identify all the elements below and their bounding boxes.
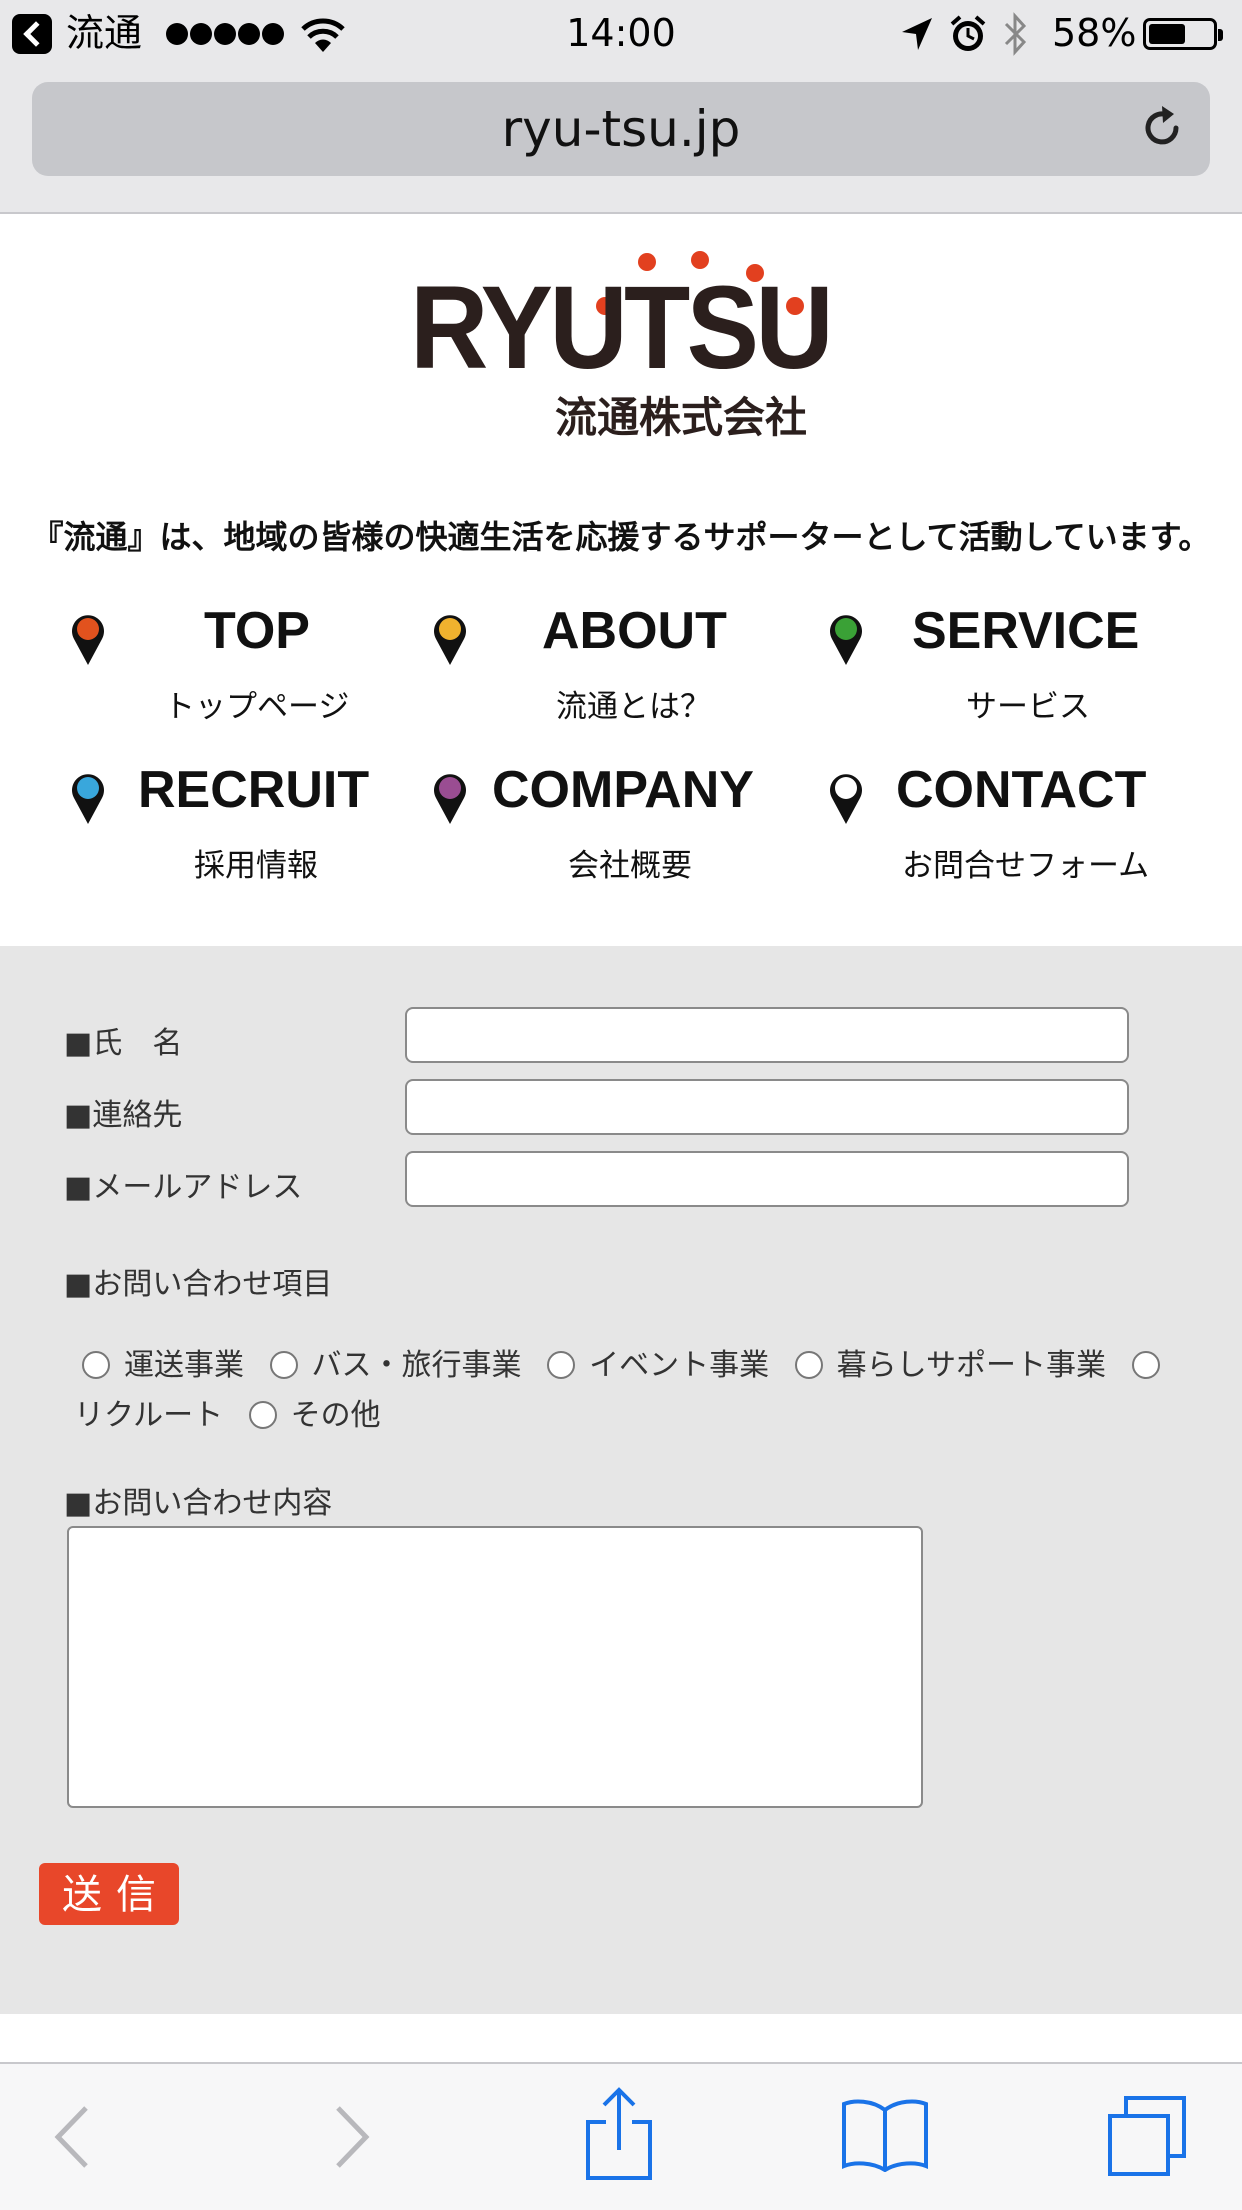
nav-contact[interactable]: CONTACT お問合せフォーム bbox=[820, 761, 1220, 904]
option-life-support[interactable]: 暮らしサポート事業 bbox=[794, 1348, 1106, 1383]
map-pin-icon bbox=[434, 615, 466, 665]
battery-icon bbox=[1143, 18, 1223, 50]
option-bus-travel[interactable]: バス・旅行事業 bbox=[269, 1348, 522, 1383]
bookmarks-icon[interactable] bbox=[840, 2096, 930, 2172]
name-label: ■氏 名 bbox=[64, 1026, 183, 1061]
nav-service[interactable]: SERVICE サービス bbox=[820, 602, 1220, 745]
forward-icon[interactable] bbox=[326, 2104, 376, 2170]
option-recruit-label[interactable]: リクルート bbox=[74, 1398, 223, 1433]
nav-about-title: ABOUT bbox=[542, 602, 727, 660]
content-label: ■お問い合わせ内容 bbox=[64, 1486, 333, 1521]
nav-contact-title: CONTACT bbox=[896, 761, 1147, 819]
phone-label: ■連絡先 bbox=[64, 1098, 183, 1133]
radio-button[interactable] bbox=[82, 1351, 110, 1379]
nav-recruit-title: RECRUIT bbox=[138, 761, 370, 819]
back-icon[interactable] bbox=[48, 2104, 98, 2170]
map-pin-icon bbox=[434, 774, 466, 824]
radio-button[interactable] bbox=[794, 1351, 823, 1379]
nav-service-sub: サービス bbox=[966, 689, 1090, 725]
radio-button-recruit[interactable] bbox=[1131, 1351, 1160, 1379]
share-icon[interactable] bbox=[582, 2086, 656, 2182]
bluetooth-icon bbox=[1004, 12, 1027, 56]
inquiry-options-row-1: 運送事業 バス・旅行事業 イベント事業 暮らしサポート事業 bbox=[82, 1340, 1174, 1384]
nav-about[interactable]: ABOUT 流通とは？ bbox=[420, 602, 820, 745]
nav-company-title: COMPANY bbox=[492, 761, 754, 819]
radio-button[interactable] bbox=[269, 1351, 298, 1379]
map-pin-icon bbox=[830, 615, 862, 665]
nav-top-sub: トップページ bbox=[164, 689, 350, 725]
nav-recruit-sub: 採用情報 bbox=[194, 848, 318, 884]
nav-top-title: TOP bbox=[204, 602, 310, 660]
radio-button[interactable] bbox=[547, 1351, 576, 1379]
logo-mark: RYUTSU 流通株式会社 bbox=[410, 251, 834, 442]
status-bar: 流通 14:00 58% bbox=[0, 0, 1242, 66]
nav-company-sub: 会社概要 bbox=[568, 848, 692, 884]
name-input[interactable] bbox=[405, 1007, 1129, 1063]
option-other[interactable]: その他 bbox=[248, 1398, 381, 1433]
radio-button[interactable] bbox=[248, 1401, 277, 1429]
browser-toolbar bbox=[0, 2062, 1242, 2210]
nav-service-title: SERVICE bbox=[912, 602, 1140, 660]
option-transport[interactable]: 運送事業 bbox=[82, 1348, 244, 1383]
map-pin-icon bbox=[72, 615, 104, 665]
address-bar[interactable]: ryu-tsu.jp bbox=[32, 82, 1210, 176]
location-arrow-icon bbox=[902, 18, 932, 50]
nav-contact-sub: お問合せフォーム bbox=[902, 848, 1150, 884]
alarm-icon bbox=[950, 15, 986, 51]
submit-button[interactable]: 送信 bbox=[39, 1863, 179, 1925]
email-label: ■メールアドレス bbox=[64, 1170, 303, 1205]
ryutsu-logo[interactable]: RYUTSU 流通株式会社 bbox=[400, 240, 850, 442]
tagline: 『流通』は、地域の皆様の快適生活を応援するサポーターとして活動しています。 bbox=[31, 518, 1211, 556]
url-text[interactable]: ryu-tsu.jp bbox=[32, 100, 1210, 158]
nav-about-sub: 流通とは？ bbox=[556, 689, 711, 725]
phone-input[interactable] bbox=[405, 1079, 1129, 1135]
map-pin-icon bbox=[72, 774, 104, 824]
option-event[interactable]: イベント事業 bbox=[547, 1348, 769, 1383]
browser-address-area: ryu-tsu.jp bbox=[0, 66, 1242, 214]
map-pin-icon bbox=[830, 774, 862, 824]
logo-wordmark: RYUTSU bbox=[410, 262, 830, 394]
nav-company[interactable]: COMPANY 会社概要 bbox=[420, 761, 820, 904]
tabs-icon[interactable] bbox=[1104, 2094, 1190, 2180]
reload-icon[interactable] bbox=[1136, 102, 1188, 154]
inquiry-type-label: ■お問い合わせ項目 bbox=[64, 1267, 333, 1302]
email-input[interactable] bbox=[405, 1151, 1129, 1207]
nav-top[interactable]: TOP トップページ bbox=[60, 602, 460, 745]
inquiry-options-row-2: リクルート その他 bbox=[74, 1390, 397, 1434]
nav-recruit[interactable]: RECRUIT 採用情報 bbox=[60, 761, 460, 904]
battery-percent: 58% bbox=[1052, 11, 1137, 55]
inquiry-content-textarea[interactable] bbox=[67, 1526, 923, 1808]
logo-company-name: 流通株式会社 bbox=[555, 393, 807, 440]
